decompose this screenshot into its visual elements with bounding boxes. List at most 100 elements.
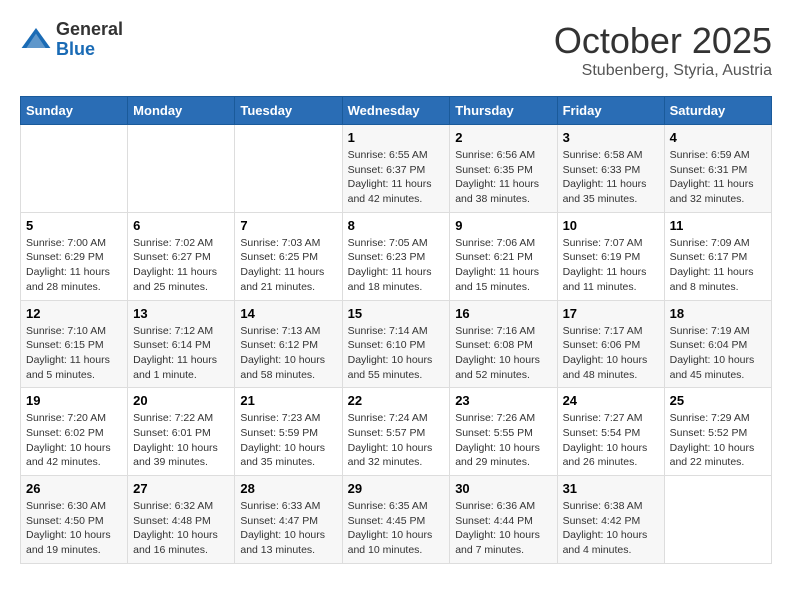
day-number: 1: [348, 130, 445, 145]
weekday-header: Wednesday: [342, 97, 450, 125]
day-number: 17: [563, 306, 659, 321]
logo-icon: [20, 24, 52, 56]
calendar-cell: [128, 125, 235, 213]
weekday-header: Tuesday: [235, 97, 342, 125]
day-info: Sunrise: 7:27 AM Sunset: 5:54 PM Dayligh…: [563, 411, 659, 470]
day-info: Sunrise: 7:23 AM Sunset: 5:59 PM Dayligh…: [240, 411, 336, 470]
day-number: 5: [26, 218, 122, 233]
calendar-cell: 2 Sunrise: 6:56 AM Sunset: 6:35 PM Daylig…: [450, 125, 557, 213]
day-info: Sunrise: 7:10 AM Sunset: 6:15 PM Dayligh…: [26, 324, 122, 383]
day-info: Sunrise: 6:33 AM Sunset: 4:47 PM Dayligh…: [240, 499, 336, 558]
calendar-cell: 5 Sunrise: 7:00 AM Sunset: 6:29 PM Daylig…: [21, 212, 128, 300]
day-info: Sunrise: 6:56 AM Sunset: 6:35 PM Dayligh…: [455, 148, 551, 207]
calendar-cell: 19 Sunrise: 7:20 AM Sunset: 6:02 PM Dayli…: [21, 388, 128, 476]
calendar-cell: 6Sunrise: 7:02 AM Sunset: 6:27 PM Daylig…: [128, 212, 235, 300]
day-info: Sunrise: 7:20 AM Sunset: 6:02 PM Dayligh…: [26, 411, 122, 470]
day-info: Sunrise: 7:02 AM Sunset: 6:27 PM Dayligh…: [133, 236, 229, 295]
logo: General Blue: [20, 20, 123, 60]
calendar-cell: 13 Sunrise: 7:12 AM Sunset: 6:14 PM Dayli…: [128, 300, 235, 388]
calendar-cell: 7 Sunrise: 7:03 AM Sunset: 6:25 PM Daylig…: [235, 212, 342, 300]
day-number: 22: [348, 393, 445, 408]
day-info: Sunrise: 6:38 AM Sunset: 4:42 PM Dayligh…: [563, 499, 659, 558]
weekday-header: Friday: [557, 97, 664, 125]
day-info: Sunrise: 7:13 AM Sunset: 6:12 PM Dayligh…: [240, 324, 336, 383]
calendar-cell: [235, 125, 342, 213]
day-number: 28: [240, 481, 336, 496]
day-number: 13: [133, 306, 229, 321]
day-number: 18: [670, 306, 766, 321]
day-number: 3: [563, 130, 659, 145]
calendar-cell: 28 Sunrise: 6:33 AM Sunset: 4:47 PM Dayli…: [235, 476, 342, 564]
calendar-cell: 27Sunrise: 6:32 AM Sunset: 4:48 PM Dayli…: [128, 476, 235, 564]
day-number: 7: [240, 218, 336, 233]
day-info: Sunrise: 7:03 AM Sunset: 6:25 PM Dayligh…: [240, 236, 336, 295]
day-number: 20: [133, 393, 229, 408]
calendar-cell: 20 Sunrise: 7:22 AM Sunset: 6:01 PM Dayli…: [128, 388, 235, 476]
calendar-cell: 24 Sunrise: 7:27 AM Sunset: 5:54 PM Dayli…: [557, 388, 664, 476]
calendar-week-row: 19 Sunrise: 7:20 AM Sunset: 6:02 PM Dayli…: [21, 388, 772, 476]
calendar-cell: 3 Sunrise: 6:58 AM Sunset: 6:33 PM Daylig…: [557, 125, 664, 213]
title-block: October 2025 Stubenberg, Styria, Austria: [554, 20, 772, 80]
calendar-cell: 10Sunrise: 7:07 AM Sunset: 6:19 PM Dayli…: [557, 212, 664, 300]
day-number: 8: [348, 218, 445, 233]
day-info: Sunrise: 7:19 AM Sunset: 6:04 PM Dayligh…: [670, 324, 766, 383]
day-number: 11: [670, 218, 766, 233]
day-number: 12: [26, 306, 122, 321]
calendar-table: SundayMondayTuesdayWednesdayThursdayFrid…: [20, 96, 772, 564]
day-number: 26: [26, 481, 122, 496]
day-info: Sunrise: 7:29 AM Sunset: 5:52 PM Dayligh…: [670, 411, 766, 470]
calendar-cell: 22 Sunrise: 7:24 AM Sunset: 5:57 PM Dayli…: [342, 388, 450, 476]
calendar-cell: 17 Sunrise: 7:17 AM Sunset: 6:06 PM Dayli…: [557, 300, 664, 388]
calendar-cell: 30 Sunrise: 6:36 AM Sunset: 4:44 PM Dayli…: [450, 476, 557, 564]
day-info: Sunrise: 7:06 AM Sunset: 6:21 PM Dayligh…: [455, 236, 551, 295]
day-number: 19: [26, 393, 122, 408]
calendar-cell: 26 Sunrise: 6:30 AM Sunset: 4:50 PM Dayli…: [21, 476, 128, 564]
day-info: Sunrise: 7:12 AM Sunset: 6:14 PM Dayligh…: [133, 324, 229, 383]
day-number: 30: [455, 481, 551, 496]
calendar-cell: 4 Sunrise: 6:59 AM Sunset: 6:31 PM Daylig…: [664, 125, 771, 213]
calendar-cell: 14Sunrise: 7:13 AM Sunset: 6:12 PM Dayli…: [235, 300, 342, 388]
day-info: Sunrise: 7:00 AM Sunset: 6:29 PM Dayligh…: [26, 236, 122, 295]
day-info: Sunrise: 6:32 AM Sunset: 4:48 PM Dayligh…: [133, 499, 229, 558]
calendar-week-row: 1 Sunrise: 6:55 AM Sunset: 6:37 PM Daylig…: [21, 125, 772, 213]
day-info: Sunrise: 6:58 AM Sunset: 6:33 PM Dayligh…: [563, 148, 659, 207]
day-number: 2: [455, 130, 551, 145]
page-header: General Blue October 2025 Stubenberg, St…: [20, 20, 772, 80]
day-info: Sunrise: 7:09 AM Sunset: 6:17 PM Dayligh…: [670, 236, 766, 295]
day-info: Sunrise: 6:35 AM Sunset: 4:45 PM Dayligh…: [348, 499, 445, 558]
calendar-cell: 29 Sunrise: 6:35 AM Sunset: 4:45 PM Dayli…: [342, 476, 450, 564]
day-info: Sunrise: 7:14 AM Sunset: 6:10 PM Dayligh…: [348, 324, 445, 383]
day-info: Sunrise: 7:17 AM Sunset: 6:06 PM Dayligh…: [563, 324, 659, 383]
day-info: Sunrise: 7:22 AM Sunset: 6:01 PM Dayligh…: [133, 411, 229, 470]
logo-text: General Blue: [56, 20, 123, 60]
logo-blue: Blue: [56, 39, 95, 59]
day-info: Sunrise: 6:30 AM Sunset: 4:50 PM Dayligh…: [26, 499, 122, 558]
weekday-header-row: SundayMondayTuesdayWednesdayThursdayFrid…: [21, 97, 772, 125]
logo-general: General: [56, 19, 123, 39]
calendar-cell: [664, 476, 771, 564]
day-info: Sunrise: 7:05 AM Sunset: 6:23 PM Dayligh…: [348, 236, 445, 295]
day-number: 24: [563, 393, 659, 408]
calendar-cell: [21, 125, 128, 213]
month-title: October 2025: [554, 20, 772, 62]
day-number: 25: [670, 393, 766, 408]
day-info: Sunrise: 7:16 AM Sunset: 6:08 PM Dayligh…: [455, 324, 551, 383]
weekday-header: Monday: [128, 97, 235, 125]
calendar-cell: 31Sunrise: 6:38 AM Sunset: 4:42 PM Dayli…: [557, 476, 664, 564]
calendar-week-row: 5 Sunrise: 7:00 AM Sunset: 6:29 PM Daylig…: [21, 212, 772, 300]
day-info: Sunrise: 6:36 AM Sunset: 4:44 PM Dayligh…: [455, 499, 551, 558]
day-number: 15: [348, 306, 445, 321]
calendar-cell: 1 Sunrise: 6:55 AM Sunset: 6:37 PM Daylig…: [342, 125, 450, 213]
day-number: 21: [240, 393, 336, 408]
day-info: Sunrise: 7:26 AM Sunset: 5:55 PM Dayligh…: [455, 411, 551, 470]
calendar-cell: 23 Sunrise: 7:26 AM Sunset: 5:55 PM Dayli…: [450, 388, 557, 476]
weekday-header: Thursday: [450, 97, 557, 125]
day-number: 4: [670, 130, 766, 145]
calendar-cell: 15 Sunrise: 7:14 AM Sunset: 6:10 PM Dayli…: [342, 300, 450, 388]
day-number: 23: [455, 393, 551, 408]
day-info: Sunrise: 6:55 AM Sunset: 6:37 PM Dayligh…: [348, 148, 445, 207]
day-number: 29: [348, 481, 445, 496]
day-info: Sunrise: 7:24 AM Sunset: 5:57 PM Dayligh…: [348, 411, 445, 470]
day-info: Sunrise: 6:59 AM Sunset: 6:31 PM Dayligh…: [670, 148, 766, 207]
calendar-week-row: 26 Sunrise: 6:30 AM Sunset: 4:50 PM Dayli…: [21, 476, 772, 564]
